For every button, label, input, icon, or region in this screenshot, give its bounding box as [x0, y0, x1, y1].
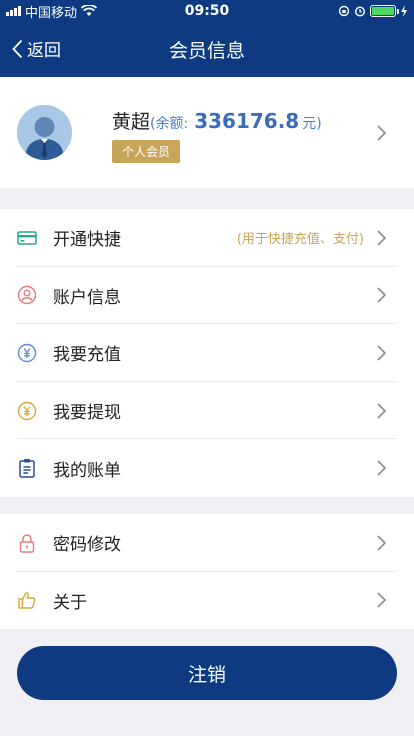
- balance-prefix: (余额:: [150, 116, 189, 132]
- menu-item-label: 我要充值: [53, 345, 121, 366]
- carrier-label: 中国移动: [25, 5, 78, 21]
- battery-icon: [370, 5, 399, 17]
- menu-item-change-password[interactable]: 密码修改: [0, 514, 414, 572]
- logout-button[interactable]: 注销: [17, 646, 397, 700]
- member-badge: 个人会员: [112, 140, 181, 163]
- chevron-right-icon: [377, 592, 386, 608]
- menu-item-label: 开通快捷: [53, 230, 121, 251]
- user-name: 黄超: [112, 111, 151, 133]
- nav-bar: 返回 会员信息: [0, 22, 414, 77]
- clipboard-icon: [17, 458, 37, 478]
- page-title: 会员信息: [168, 40, 245, 62]
- menu-item-label: 我的账单: [53, 460, 121, 481]
- card-icon: [17, 228, 37, 248]
- user-icon: [17, 285, 37, 305]
- menu-item-bills[interactable]: 我的账单: [0, 439, 414, 497]
- balance-unit: 元): [302, 116, 322, 132]
- chevron-right-icon: [377, 535, 386, 551]
- status-bar: 中国移动 09:50: [0, 0, 414, 22]
- menu-item-label: 账户信息: [53, 287, 121, 308]
- menu-item-label: 密码修改: [53, 535, 121, 556]
- balance-value: 336176.8: [194, 109, 300, 133]
- chevron-right-icon: [377, 230, 386, 246]
- menu-item-withdraw[interactable]: 我要提现: [0, 382, 414, 440]
- menu-item-label: 我要提现: [53, 403, 121, 424]
- menu-item-recharge[interactable]: 我要充值: [0, 324, 414, 382]
- chevron-right-icon: [377, 125, 386, 141]
- chevron-right-icon: [377, 287, 386, 303]
- person-icon: [17, 105, 72, 160]
- menu-item-account-info[interactable]: 账户信息: [0, 267, 414, 325]
- thumbs-up-icon: [17, 590, 37, 610]
- menu-item-quick-pay[interactable]: 开通快捷 (用于快捷充值、支付): [0, 209, 414, 267]
- yuan-coin-icon: [17, 401, 37, 421]
- profile-card[interactable]: 黄超 (余额: 336176.8 元) 个人会员: [0, 77, 414, 188]
- chevron-right-icon: [377, 460, 386, 476]
- back-label: 返回: [27, 41, 61, 61]
- charging-icon: [401, 5, 407, 17]
- yuan-circle-icon: [17, 343, 37, 363]
- back-button[interactable]: 返回: [12, 36, 61, 61]
- wifi-icon: [81, 5, 98, 16]
- menu-group-account: 开通快捷 (用于快捷充值、支付) 账户信息 我要充值 我要提现 我的账单: [0, 209, 414, 497]
- status-time: 09:50: [184, 3, 230, 19]
- menu-item-hint: (用于快捷充值、支付): [236, 232, 364, 248]
- signal-icon: [6, 6, 21, 16]
- chevron-left-icon: [12, 39, 23, 58]
- rotation-lock-icon: [338, 5, 350, 17]
- profile-info: 黄超 (余额: 336176.8 元) 个人会员: [112, 107, 322, 163]
- menu-item-about[interactable]: 关于: [0, 572, 414, 630]
- menu-item-label: 关于: [53, 592, 87, 613]
- header: 中国移动 09:50 返回 会员信息: [0, 0, 414, 77]
- chevron-right-icon: [377, 345, 386, 361]
- avatar: [17, 105, 72, 160]
- menu-group-settings: 密码修改 关于: [0, 514, 414, 630]
- chevron-right-icon: [377, 403, 386, 419]
- lock-icon: [17, 533, 37, 553]
- alarm-icon: [354, 6, 366, 17]
